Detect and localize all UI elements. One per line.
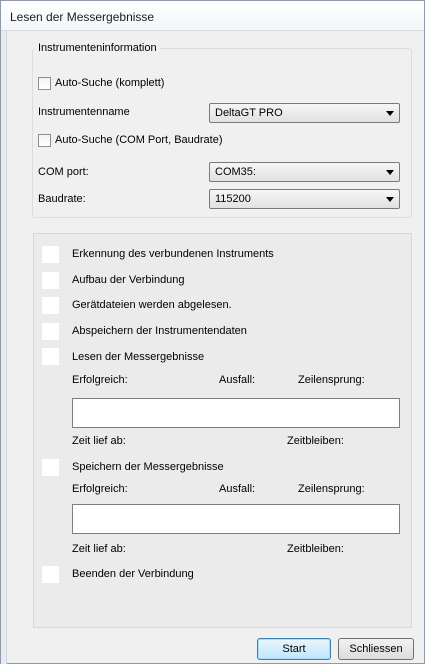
read-progress-box bbox=[72, 398, 400, 428]
instrument-name-select[interactable]: DeltaGT PRO bbox=[209, 103, 400, 123]
save-failure-label: Ausfall: bbox=[219, 483, 256, 495]
auto-search-full-label: Auto-Suche (komplett) bbox=[55, 77, 165, 89]
read-line-skip-label: Zeilensprung: bbox=[298, 374, 365, 386]
read-failure-label: Ausfall: bbox=[219, 374, 256, 386]
auto-search-com-checkbox[interactable] bbox=[38, 134, 51, 147]
dialog-window: Lesen der Messergebnisse Instrumenteninf… bbox=[0, 0, 425, 664]
save-remaining-label: Zeitbleiben: bbox=[287, 543, 344, 555]
step-read-files-indicator bbox=[42, 297, 59, 314]
save-progress-box bbox=[72, 504, 400, 534]
com-port-select[interactable]: COM35: bbox=[209, 162, 400, 182]
auto-search-com-label: Auto-Suche (COM Port, Baudrate) bbox=[55, 134, 223, 146]
step-read-results-label: Lesen der Messergebnisse bbox=[72, 351, 205, 363]
chevron-down-icon bbox=[386, 111, 394, 116]
instrument-name-value: DeltaGT PRO bbox=[215, 107, 283, 119]
chevron-down-icon bbox=[386, 170, 394, 175]
step-connect-label: Aufbau der Verbindung bbox=[72, 274, 185, 286]
read-remaining-label: Zeitbleiben: bbox=[287, 435, 344, 447]
start-button[interactable]: Start bbox=[257, 638, 331, 660]
window-left-edge bbox=[1, 31, 7, 664]
baudrate-select[interactable]: 115200 bbox=[209, 189, 400, 209]
title-bar: Lesen der Messergebnisse bbox=[1, 1, 424, 31]
step-save-instrument-label: Abspeichern der Instrumentendaten bbox=[72, 325, 247, 337]
baudrate-value: 115200 bbox=[215, 193, 251, 205]
step-save-results-label: Speichern der Messergebnisse bbox=[72, 461, 224, 473]
chevron-down-icon bbox=[386, 197, 394, 202]
step-save-results-indicator bbox=[42, 459, 59, 476]
com-port-label: COM port: bbox=[38, 166, 89, 178]
read-elapsed-label: Zeit lief ab: bbox=[72, 435, 126, 447]
step-end-connection-indicator bbox=[42, 566, 59, 583]
step-end-connection-label: Beenden der Verbindung bbox=[72, 568, 194, 580]
auto-search-full-checkbox[interactable] bbox=[38, 77, 51, 90]
instrument-name-label: Instrumentenname bbox=[38, 106, 130, 118]
close-button[interactable]: Schliessen bbox=[338, 638, 414, 660]
step-read-results-indicator bbox=[42, 348, 59, 365]
save-elapsed-label: Zeit lief ab: bbox=[72, 543, 126, 555]
step-connect-indicator bbox=[42, 272, 59, 289]
baudrate-label: Baudrate: bbox=[38, 193, 86, 205]
instrument-info-group-title: Instrumenteninformation bbox=[35, 42, 160, 54]
save-line-skip-label: Zeilensprung: bbox=[298, 483, 365, 495]
step-read-files-label: Gerätdateien werden abgelesen. bbox=[72, 299, 232, 311]
step-detect-indicator bbox=[42, 246, 59, 263]
window-title: Lesen der Messergebnisse bbox=[10, 10, 155, 24]
read-success-label: Erfolgreich: bbox=[72, 374, 128, 386]
step-detect-label: Erkennung des verbundenen Instruments bbox=[72, 248, 274, 260]
save-success-label: Erfolgreich: bbox=[72, 483, 128, 495]
com-port-value: COM35: bbox=[215, 166, 256, 178]
step-save-instrument-indicator bbox=[42, 323, 59, 340]
